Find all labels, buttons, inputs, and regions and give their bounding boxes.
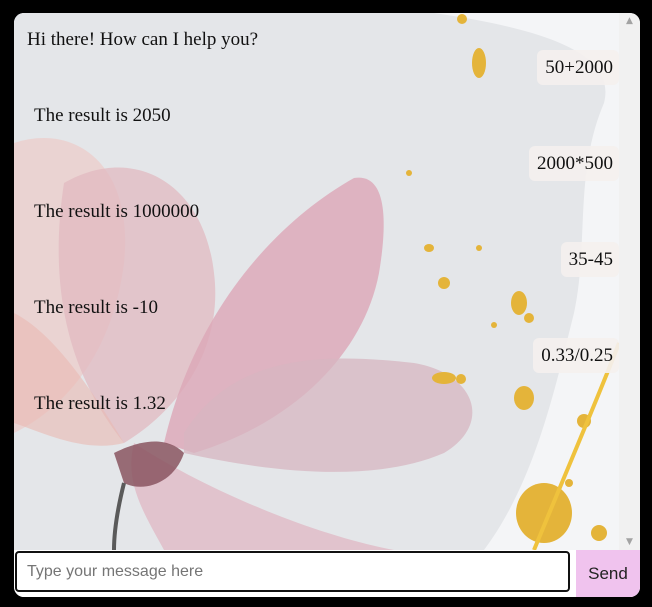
user-message: 0.33/0.25 bbox=[533, 338, 619, 373]
user-message: 2000*500 bbox=[529, 146, 619, 181]
message-input[interactable] bbox=[15, 551, 570, 592]
bot-message: The result is 1000000 bbox=[34, 201, 200, 222]
watercolor-flower-background bbox=[14, 13, 619, 550]
scroll-down-arrow-icon[interactable]: ▼ bbox=[619, 534, 640, 550]
bot-message: The result is 2050 bbox=[34, 105, 171, 126]
chat-window: Hi there! How can I help you? 50+2000 Th… bbox=[14, 13, 640, 597]
user-message: 50+2000 bbox=[537, 50, 619, 85]
bot-message: The result is -10 bbox=[34, 297, 159, 318]
bot-message: The result is 1.32 bbox=[34, 393, 166, 414]
chat-messages-area[interactable]: Hi there! How can I help you? 50+2000 Th… bbox=[14, 13, 619, 550]
send-button[interactable]: Send bbox=[576, 550, 640, 597]
message-input-bar: Send bbox=[14, 550, 640, 597]
chat-scrollbar[interactable]: ▲ ▼ bbox=[619, 13, 640, 550]
user-message: 35-45 bbox=[560, 242, 619, 277]
bot-message: Hi there! How can I help you? bbox=[27, 29, 259, 50]
scroll-up-arrow-icon[interactable]: ▲ bbox=[619, 13, 640, 29]
